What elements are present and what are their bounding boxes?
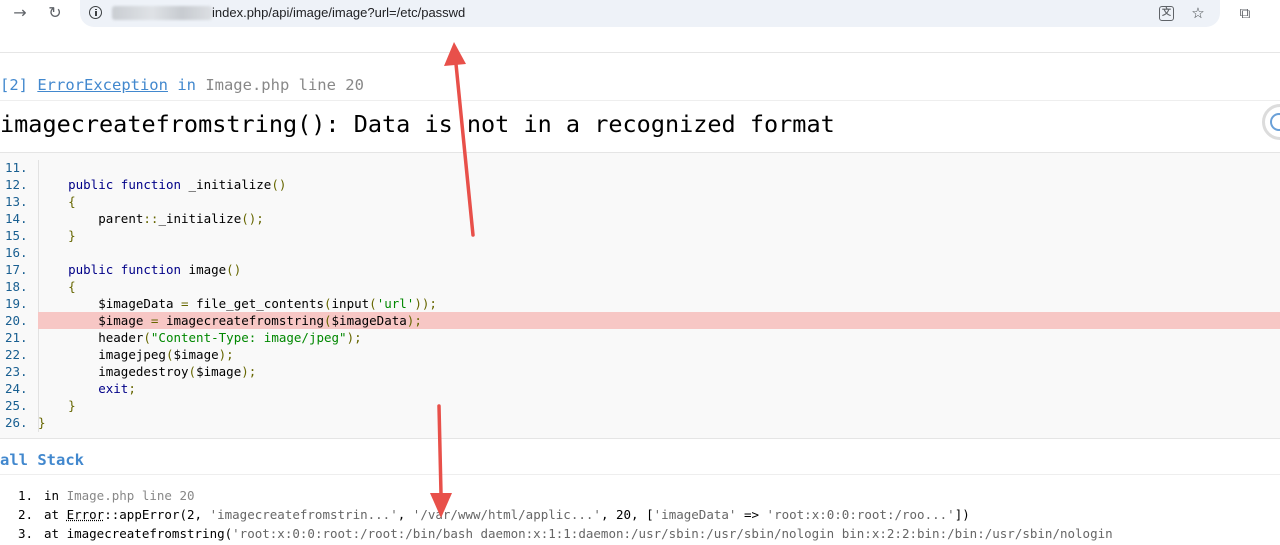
annotation-arrows [430,42,475,518]
arrow-to-passwd-output [430,404,452,518]
arrow-to-url [444,42,475,237]
